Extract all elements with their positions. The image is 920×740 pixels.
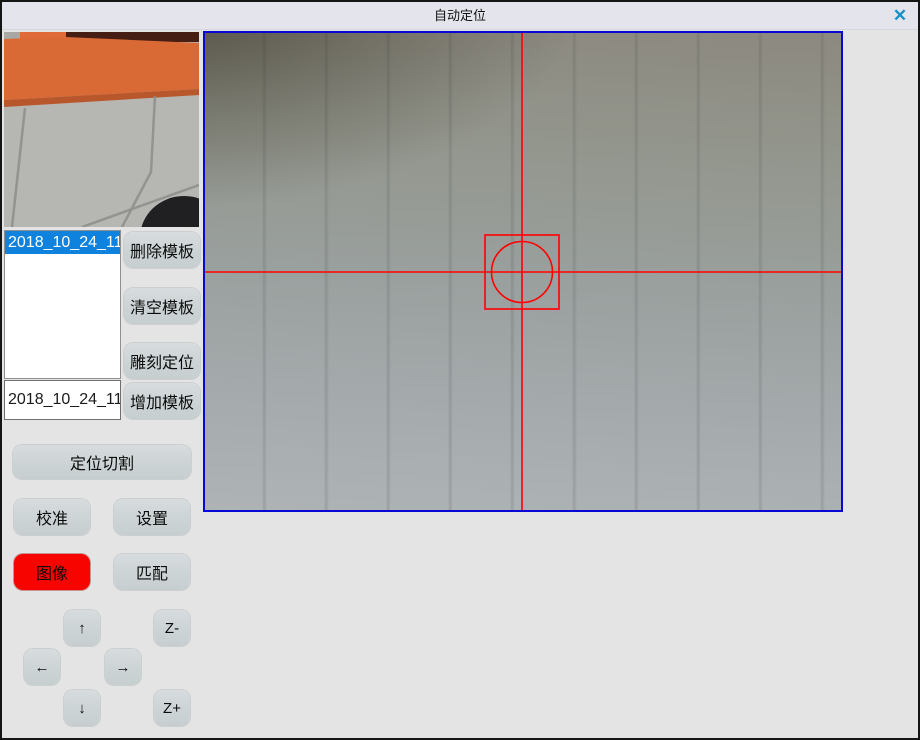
- engrave-position-button[interactable]: 雕刻定位: [124, 343, 200, 379]
- settings-button[interactable]: 设置: [114, 499, 190, 535]
- calibrate-button[interactable]: 校准: [14, 499, 90, 535]
- jog-down-button[interactable]: ↓: [64, 690, 100, 726]
- template-thumbnail-image: [4, 32, 199, 227]
- add-template-button[interactable]: 增加模板: [124, 383, 200, 419]
- delete-template-button[interactable]: 删除模板: [124, 232, 200, 268]
- auto-position-window: 自动定位 ✕ 2018_10_24_11 删除模板 清空模板 雕刻定位 增加模板…: [0, 0, 920, 740]
- crosshair-overlay: [205, 33, 841, 510]
- jog-z-minus-button[interactable]: Z-: [154, 610, 190, 646]
- clear-templates-button[interactable]: 清空模板: [124, 288, 200, 324]
- template-list[interactable]: 2018_10_24_11: [4, 230, 121, 379]
- match-button[interactable]: 匹配: [114, 554, 190, 590]
- jog-right-button[interactable]: →: [105, 649, 141, 685]
- template-name-input[interactable]: [4, 380, 121, 420]
- image-button[interactable]: 图像: [14, 554, 90, 590]
- window-title: 自动定位: [2, 2, 918, 29]
- position-cut-button[interactable]: 定位切割: [13, 445, 191, 479]
- close-icon[interactable]: ✕: [886, 2, 914, 29]
- titlebar[interactable]: 自动定位 ✕: [2, 2, 918, 30]
- list-item[interactable]: 2018_10_24_11: [5, 231, 120, 254]
- jog-up-button[interactable]: ↑: [64, 610, 100, 646]
- camera-view: [203, 31, 843, 512]
- jog-left-button[interactable]: ←: [24, 649, 60, 685]
- jog-z-plus-button[interactable]: Z+: [154, 690, 190, 726]
